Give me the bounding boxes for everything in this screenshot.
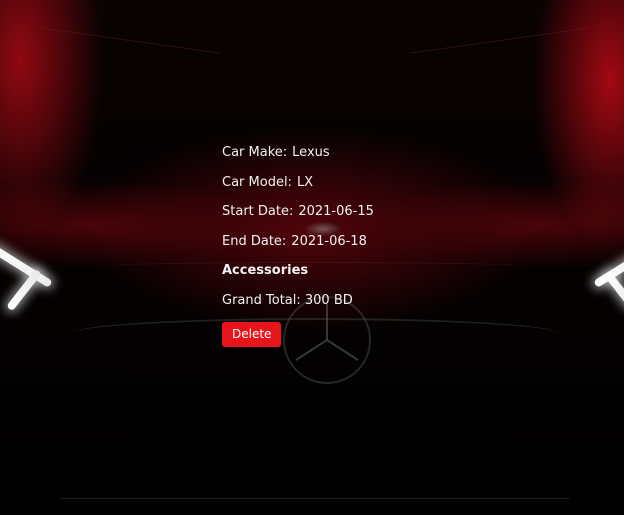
car-model-label: Car Model: <box>222 174 292 190</box>
accessories-heading: Accessories <box>222 263 309 278</box>
start-date-value: 2021-06-15 <box>298 204 374 219</box>
start-date-label: Start Date: <box>222 204 294 219</box>
start-date-row: Start Date: 2021-06-15 <box>222 203 374 221</box>
headlight-right-lower <box>604 271 624 309</box>
headlight-left-lower <box>6 268 42 312</box>
background-car-image: Car Make: Lexus Car Model: LX Start Date: 2… <box>0 0 624 515</box>
car-make-row: Car Make: Lexus <box>222 144 374 162</box>
delete-button[interactable]: Delete <box>222 322 282 347</box>
booking-details: Car Make: Lexus Car Model: LX Start Date: 2… <box>222 144 374 347</box>
hood-crease-right <box>410 27 590 54</box>
car-make-value: Lexus <box>292 145 330 160</box>
end-date-label: End Date: <box>222 233 287 249</box>
bumper-line <box>60 498 570 499</box>
grand-total-label: Grand Total: <box>222 292 301 308</box>
hood-crease-left <box>40 27 220 54</box>
car-make-label: Car Make: <box>222 145 288 160</box>
end-date-value: 2021-06-18 <box>291 233 367 249</box>
grand-total-value: 300 BD <box>304 292 353 308</box>
car-model-value: LX <box>296 174 314 190</box>
grand-total-row: Grand Total: 300 BD <box>222 292 374 310</box>
end-date-row: End Date: 2021-06-18 <box>222 233 374 251</box>
car-model-row: Car Model: LX <box>222 174 374 192</box>
